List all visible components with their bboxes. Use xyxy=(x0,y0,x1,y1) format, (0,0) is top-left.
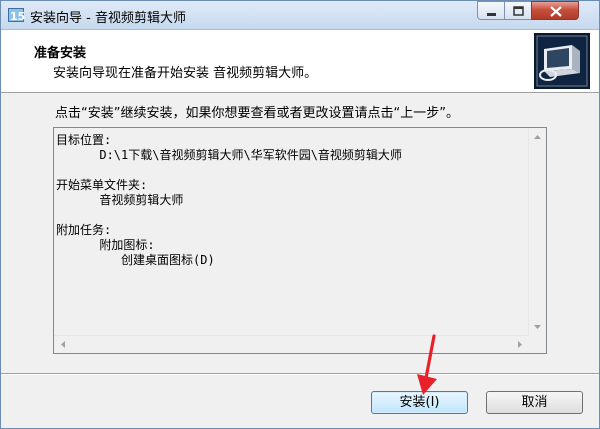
cancel-button[interactable]: 取消 xyxy=(486,391,583,414)
minimize-button[interactable] xyxy=(477,1,505,20)
setup-app-icon: 15 xyxy=(8,8,25,23)
scroll-up-icon[interactable] xyxy=(529,128,546,145)
horizontal-scrollbar[interactable] xyxy=(54,335,529,353)
title-bar[interactable]: 15 安装向导 - 音视频剪辑大师 xyxy=(1,1,599,30)
page-subtitle: 安装向导现在准备开始安装 音视频剪辑大师。 xyxy=(53,66,318,81)
settings-summary-box[interactable]: 目标位置: D:\1下载\音视频剪辑大师\华军软件园\音视频剪辑大师 开始菜单文… xyxy=(53,127,547,354)
summary-text: 目标位置: D:\1下载\音视频剪辑大师\华军软件园\音视频剪辑大师 开始菜单文… xyxy=(56,133,402,267)
maximize-button[interactable] xyxy=(504,1,532,20)
vertical-scrollbar[interactable] xyxy=(528,128,546,336)
installer-window: 15 安装向导 - 音视频剪辑大师 准备安装 安装向导现在准备开始安装 音视频剪… xyxy=(0,0,600,429)
scroll-left-icon[interactable] xyxy=(54,336,71,353)
maximize-icon xyxy=(513,6,524,16)
instruction-text: 点击“安装”继续安装，如果你想要查看或者更改设置请点击“上一步”。 xyxy=(55,106,459,121)
close-button[interactable] xyxy=(531,1,579,20)
installer-computer-icon xyxy=(534,33,590,89)
wizard-header: 准备安装 安装向导现在准备开始安装 音视频剪辑大师。 xyxy=(1,30,599,93)
scrollbar-corner xyxy=(529,336,546,353)
close-icon xyxy=(550,6,562,17)
scroll-down-icon[interactable] xyxy=(529,319,546,336)
scroll-right-icon[interactable] xyxy=(512,336,529,353)
window-title: 安装向导 - 音视频剪辑大师 xyxy=(30,11,186,26)
page-title: 准备安装 xyxy=(34,46,87,61)
svg-text:15: 15 xyxy=(10,10,25,23)
minimize-icon xyxy=(487,13,496,16)
footer-divider xyxy=(1,373,599,375)
summary-content: 目标位置: D:\1下载\音视频剪辑大师\华军软件园\音视频剪辑大师 开始菜单文… xyxy=(54,128,529,336)
annotation-arrow-icon xyxy=(417,334,437,395)
